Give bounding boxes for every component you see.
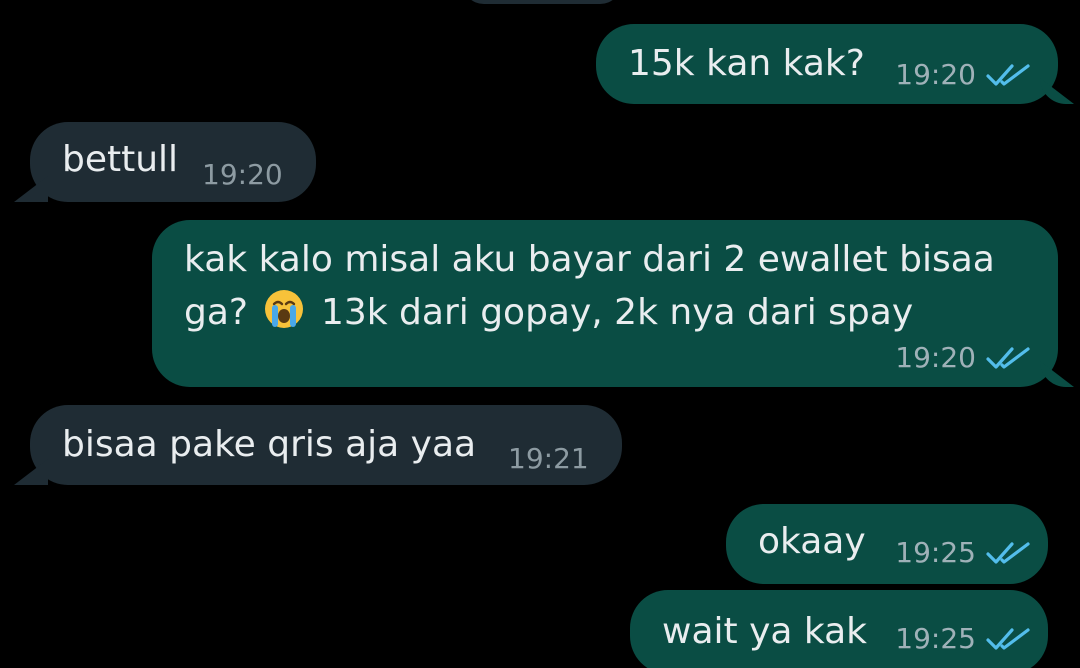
message-meta: 19:25: [895, 538, 1030, 568]
message-bubble-incoming[interactable]: bettull 19:20: [30, 122, 316, 202]
message-bubble-outgoing[interactable]: kak kalo misal aku bayar dari 2 ewallet …: [152, 220, 1058, 387]
message-time: 19:25: [895, 536, 976, 569]
message-time: 19:21: [508, 442, 589, 475]
message-text: wait ya kak: [662, 611, 867, 652]
message-bubble-outgoing[interactable]: 15k kan kak? 19:20: [596, 24, 1058, 104]
message-text-line-2: ga? 13k dari gopay, 2k nya dari spay: [184, 288, 913, 335]
double-check-icon: [986, 62, 1030, 88]
message-text: okaay: [758, 521, 866, 562]
message-meta: 19:20: [895, 343, 1030, 373]
message-time: 19:20: [895, 58, 976, 91]
message-text-line-1: kak kalo misal aku bayar dari 2 ewallet …: [184, 239, 995, 280]
loudly-crying-face-emoji: [263, 288, 305, 330]
double-check-icon: [986, 626, 1030, 652]
message-bubble-outgoing[interactable]: wait ya kak 19:25: [630, 590, 1048, 668]
double-check-icon: [986, 345, 1030, 371]
message-bubble-incoming[interactable]: bisaa pake qris aja yaa 19:21: [30, 405, 622, 485]
message-time: 19:20: [202, 158, 283, 191]
message-meta: 19:20: [202, 160, 283, 190]
message-meta: 19:25: [895, 624, 1030, 654]
message-meta: 19:21: [508, 444, 589, 474]
message-text-segment: ga?: [184, 292, 249, 333]
message-bubble-outgoing[interactable]: okaay 19:25: [726, 504, 1048, 584]
message-time: 19:25: [895, 622, 976, 655]
double-check-icon: [986, 540, 1030, 566]
previous-message-bubble-edge: [462, 0, 622, 4]
message-time: 19:20: [895, 341, 976, 374]
message-text-segment: 13k dari gopay, 2k nya dari spay: [320, 292, 914, 333]
message-text: 15k kan kak?: [628, 43, 865, 84]
message-text: bisaa pake qris aja yaa: [62, 424, 477, 465]
message-text: bettull: [62, 139, 179, 180]
message-meta: 19:20: [895, 60, 1030, 90]
chat-area: 15k kan kak? 19:20 bettull 19:20 kak kal…: [0, 0, 1080, 668]
